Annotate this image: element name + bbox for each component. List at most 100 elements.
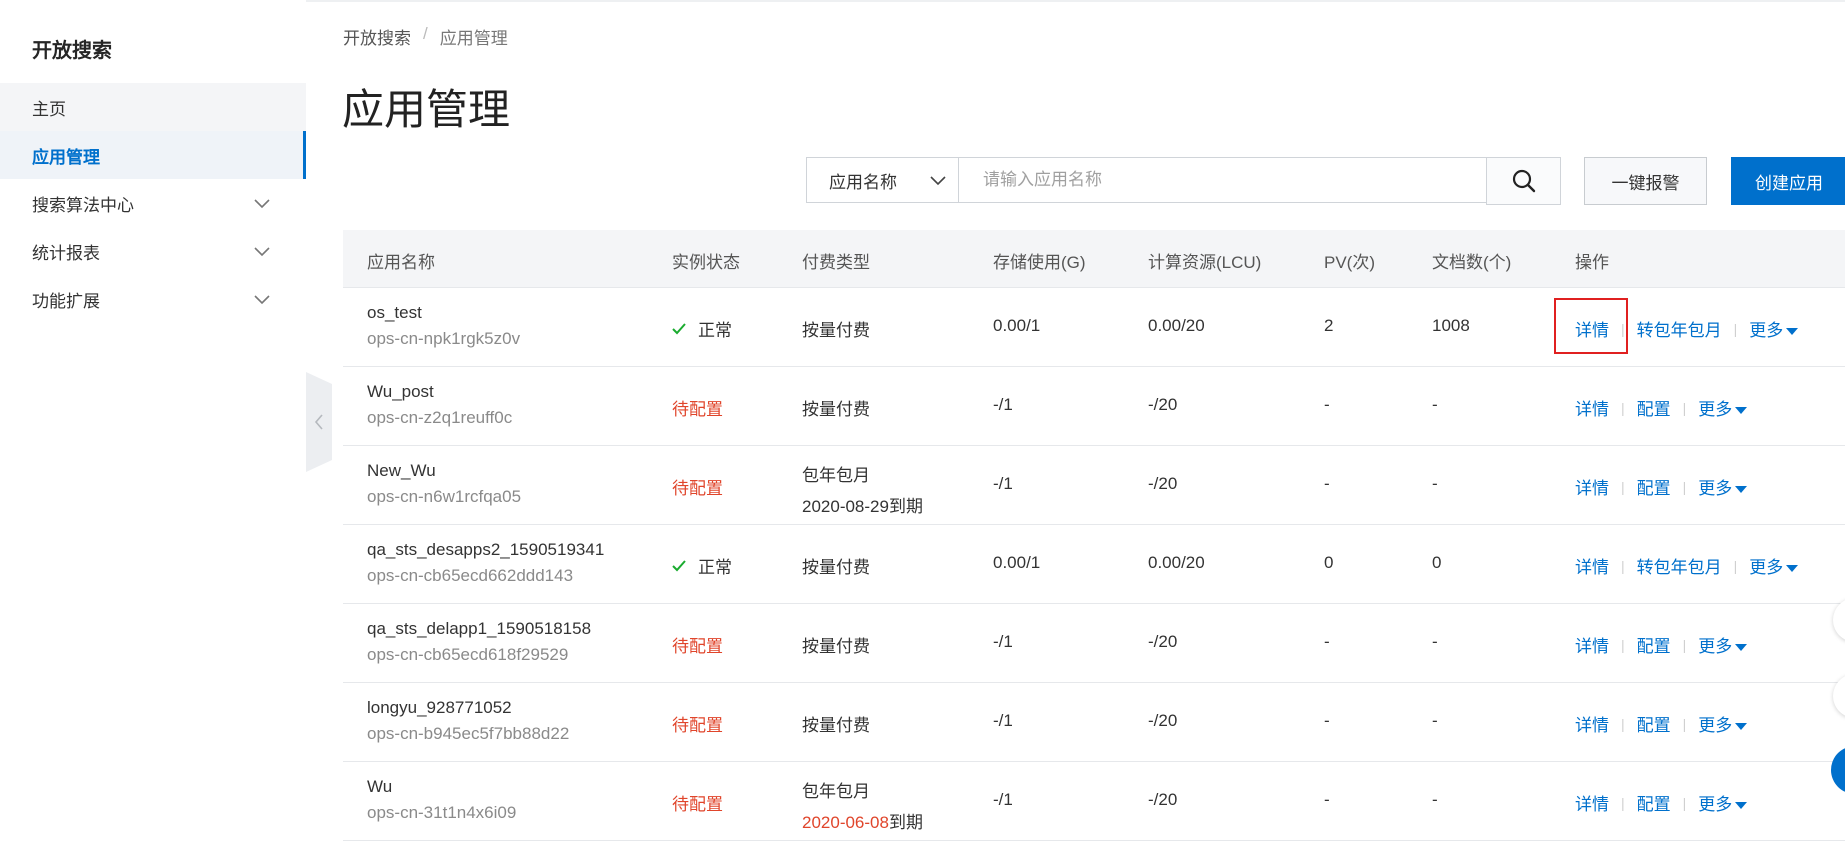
doc-count: 1008 xyxy=(1432,316,1470,335)
app-name-cell: Wu ops-cn-31t1n4x6i09 xyxy=(367,777,516,823)
details-link[interactable]: 详情 xyxy=(1575,632,1609,657)
column-header: 文档数(个) xyxy=(1432,253,1512,272)
more-dropdown[interactable]: 更多 xyxy=(1749,316,1799,341)
more-dropdown[interactable]: 更多 xyxy=(1698,711,1748,736)
breadcrumb-separator: / xyxy=(423,24,428,43)
column-header: 操作 xyxy=(1575,253,1609,272)
status-cell: 正常 xyxy=(672,316,732,341)
storage-usage: -/1 xyxy=(993,790,1013,809)
convert-subscription-link[interactable]: 转包年包月 xyxy=(1637,316,1722,341)
breadcrumb-root[interactable]: 开放搜索 xyxy=(343,24,411,49)
instance-id: ops-cn-b945ec5f7bb88d22 xyxy=(367,724,570,743)
divider: | xyxy=(1621,557,1625,574)
divider: | xyxy=(1621,478,1625,495)
app-name-cell: longyu_928771052 ops-cn-b945ec5f7bb88d22 xyxy=(367,698,569,744)
column-header: 计算资源(LCU) xyxy=(1148,253,1262,272)
payment-type: 按量付费 xyxy=(802,321,870,340)
more-dropdown[interactable]: 更多 xyxy=(1698,790,1748,815)
doc-count: - xyxy=(1432,632,1438,651)
convert-subscription-link[interactable]: 转包年包月 xyxy=(1637,553,1722,578)
doc-count: - xyxy=(1432,711,1438,730)
caret-down-icon xyxy=(1735,723,1748,731)
pv-count: - xyxy=(1324,632,1330,651)
app-name-cell: Wu_post ops-cn-z2q1reuff0c xyxy=(367,382,512,428)
chevron-down-icon xyxy=(254,199,270,209)
caret-down-icon xyxy=(1735,407,1748,415)
search-input[interactable] xyxy=(959,157,1487,203)
divider: | xyxy=(1682,399,1687,416)
table-row: Wu_post ops-cn-z2q1reuff0c 待配置 按量付费 -/1 … xyxy=(343,367,1845,446)
operations: 详情 | 配置 | 更多 xyxy=(1575,474,1748,499)
breadcrumb-current: 应用管理 xyxy=(439,29,508,48)
divider: | xyxy=(1621,399,1625,416)
more-dropdown[interactable]: 更多 xyxy=(1698,474,1748,499)
details-link[interactable]: 详情 xyxy=(1575,790,1609,815)
more-dropdown[interactable]: 更多 xyxy=(1749,553,1799,578)
sidebar-item-home[interactable]: 主页 xyxy=(0,83,306,131)
more-label: 更多 xyxy=(1698,400,1733,419)
caret-down-icon xyxy=(1735,486,1748,494)
configure-link[interactable]: 配置 xyxy=(1637,632,1671,657)
operations: 详情 | 配置 | 更多 xyxy=(1575,632,1748,657)
status-cell: 正常 xyxy=(672,553,732,578)
divider: | xyxy=(1733,557,1738,574)
doc-count: - xyxy=(1432,474,1438,493)
instance-id: ops-cn-npk1rgk5z0v xyxy=(367,329,521,348)
one-click-alarm-button[interactable]: 一键报警 xyxy=(1584,157,1707,205)
filter-select-value: 应用名称 xyxy=(829,172,897,192)
pv-count: - xyxy=(1324,474,1330,493)
sidebar-item-app-management[interactable]: 应用管理 xyxy=(0,131,306,179)
divider: | xyxy=(1621,715,1625,732)
configure-link[interactable]: 配置 xyxy=(1637,474,1671,499)
app-name: qa_sts_desapps2_1590519341 xyxy=(367,540,605,559)
column-header: 应用名称 xyxy=(367,253,435,272)
app-name: os_test xyxy=(367,303,422,322)
status-text: 待配置 xyxy=(672,479,723,498)
configure-link[interactable]: 配置 xyxy=(1637,711,1671,736)
payment-type: 包年包月 2020-08-29到期 xyxy=(802,461,923,517)
status-cell: 待配置 xyxy=(672,474,723,499)
search-button[interactable] xyxy=(1486,157,1561,205)
payment-type: 按量付费 xyxy=(802,558,870,577)
chevron-down-icon xyxy=(254,295,270,305)
status-text: 待配置 xyxy=(672,795,723,814)
app-name: longyu_928771052 xyxy=(367,698,512,717)
more-label: 更多 xyxy=(1698,795,1733,814)
status-cell: 待配置 xyxy=(672,395,723,420)
storage-usage: 0.00/1 xyxy=(993,316,1041,335)
column-header: PV(次) xyxy=(1324,253,1375,272)
details-link[interactable]: 详情 xyxy=(1575,711,1609,736)
instance-id: ops-cn-z2q1reuff0c xyxy=(367,408,513,427)
sidebar-item-label: 搜索算法中心 xyxy=(32,195,134,215)
details-link[interactable]: 详情 xyxy=(1575,553,1609,578)
configure-link[interactable]: 配置 xyxy=(1637,790,1671,815)
app-name: qa_sts_delapp1_1590518158 xyxy=(367,619,592,638)
chevron-down-icon xyxy=(930,176,946,186)
compute-resource: -/20 xyxy=(1148,790,1178,809)
more-dropdown[interactable]: 更多 xyxy=(1698,632,1748,657)
pv-count: 2 xyxy=(1324,316,1334,335)
pv-count: - xyxy=(1324,711,1330,730)
table-header: 应用名称 实例状态 付费类型 存储使用(G) 计算资源(LCU) PV(次) 文… xyxy=(343,230,1845,288)
more-dropdown[interactable]: 更多 xyxy=(1698,395,1748,420)
storage-usage: -/1 xyxy=(993,711,1013,730)
configure-link[interactable]: 配置 xyxy=(1637,395,1671,420)
breadcrumb: 开放搜索 / 应用管理 xyxy=(343,24,508,49)
details-link[interactable]: 详情 xyxy=(1575,474,1609,499)
expiry-suffix: 到期 xyxy=(888,813,923,832)
payment-type: 包年包月 2020-06-08到期 xyxy=(802,777,923,833)
create-app-button[interactable]: 创建应用 xyxy=(1731,157,1845,205)
check-icon xyxy=(672,322,686,334)
filter-select[interactable]: 应用名称 xyxy=(806,157,959,203)
more-label: 更多 xyxy=(1749,321,1784,340)
sidebar-item-statistics[interactable]: 统计报表 xyxy=(0,227,306,275)
expiry-date: 2020-06-08到期 xyxy=(802,808,923,833)
status-cell: 待配置 xyxy=(672,711,723,736)
compute-resource: -/20 xyxy=(1148,632,1178,651)
sidebar-collapse-handle[interactable] xyxy=(306,372,332,472)
details-link[interactable]: 详情 xyxy=(1575,395,1609,420)
sidebar-item-extensions[interactable]: 功能扩展 xyxy=(0,275,306,323)
table-row: longyu_928771052 ops-cn-b945ec5f7bb88d22… xyxy=(343,683,1845,762)
table-row: qa_sts_delapp1_1590518158 ops-cn-cb65ecd… xyxy=(343,604,1845,683)
sidebar-item-algorithm-center[interactable]: 搜索算法中心 xyxy=(0,179,306,227)
